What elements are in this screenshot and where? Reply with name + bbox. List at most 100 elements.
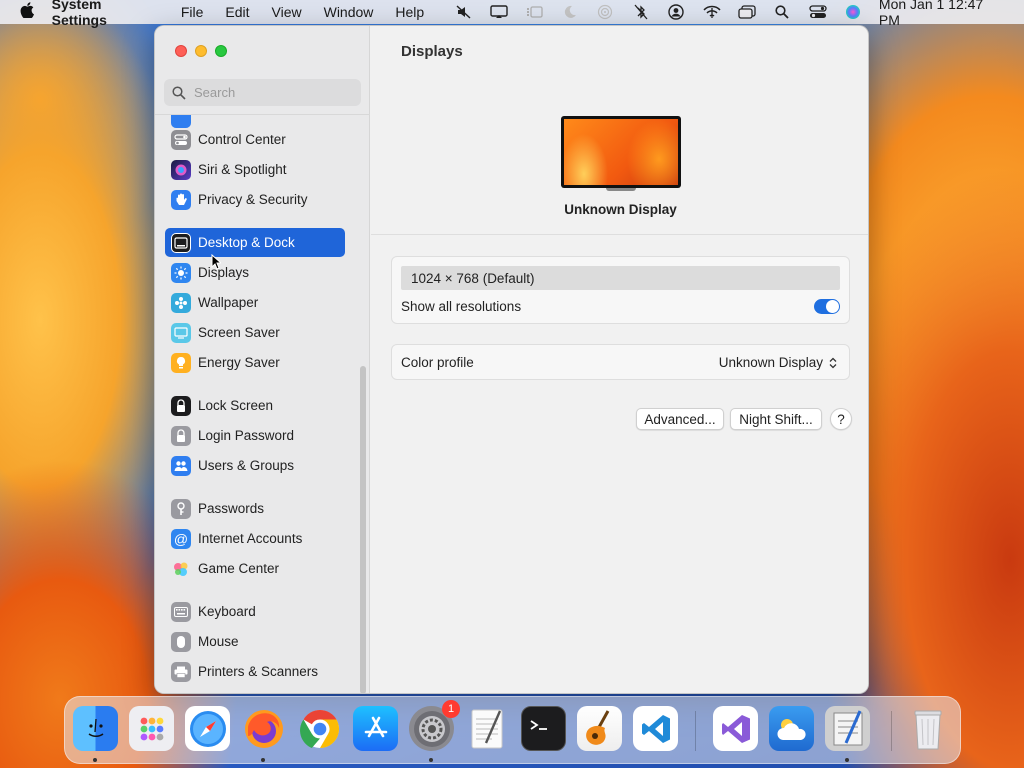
- login-password-icon: [171, 425, 191, 446]
- dock-firefox[interactable]: [241, 706, 286, 751]
- sidebar-item-keyboard[interactable]: Keyboard: [165, 597, 345, 626]
- sidebar-item-mouse[interactable]: Mouse: [165, 627, 345, 656]
- resolution-group: 1024 × 768 (Default) Show all resolution…: [391, 256, 850, 324]
- screen-mirroring-icon[interactable]: [482, 0, 517, 24]
- search-input[interactable]: Search: [164, 79, 361, 106]
- up-down-chevron-icon: [829, 357, 837, 369]
- sidebar-item-control-center[interactable]: Control Center: [165, 125, 345, 154]
- passwords-icon: [171, 498, 191, 519]
- dock-finder[interactable]: [73, 706, 118, 751]
- color-profile-label: Color profile: [401, 355, 474, 370]
- search-icon: [172, 85, 186, 100]
- energy-saver-icon: [171, 352, 191, 373]
- weather-icon: [776, 718, 806, 740]
- focus-moon-icon[interactable]: [552, 0, 587, 24]
- dock-chrome[interactable]: [297, 706, 342, 751]
- minimize-window-button[interactable]: [195, 45, 207, 57]
- toggle-knob: [826, 300, 839, 313]
- user-account-icon[interactable]: [659, 0, 694, 24]
- apple-menu-icon[interactable]: [16, 1, 38, 23]
- advanced-button[interactable]: Advanced...: [636, 408, 724, 430]
- help-button[interactable]: ?: [830, 408, 852, 430]
- window-switcher-icon[interactable]: [729, 0, 764, 24]
- dock-visual-studio[interactable]: [713, 706, 758, 751]
- dock-app-store[interactable]: [353, 706, 398, 751]
- sidebar-item-energy-saver[interactable]: Energy Saver: [165, 348, 345, 377]
- menu-file[interactable]: File: [181, 4, 204, 20]
- airdrop-icon[interactable]: [588, 0, 623, 24]
- color-profile-popup[interactable]: Unknown Display: [719, 355, 837, 370]
- lock-screen-icon: [171, 395, 191, 416]
- sidebar-item-siri-spotlight[interactable]: Siri & Spotlight: [165, 155, 345, 184]
- app-store-icon: [364, 716, 387, 737]
- system-settings-window: Search Control Center Siri & Spotlight P…: [154, 25, 869, 694]
- sidebar-item-game-center[interactable]: Game Center: [165, 554, 345, 583]
- screen-saver-icon: [171, 322, 191, 343]
- dock-launchpad[interactable]: [129, 706, 174, 751]
- menu-bar-clock[interactable]: Mon Jan 1 12:47 PM: [879, 0, 1006, 28]
- sidebar-scrollbar[interactable]: [360, 366, 366, 693]
- bluetooth-off-icon[interactable]: [623, 0, 658, 24]
- dock-safari[interactable]: [185, 706, 230, 751]
- show-all-resolutions-label: Show all resolutions: [401, 299, 522, 314]
- sidebar-item-label: Users & Groups: [198, 458, 295, 473]
- sidebar-item-printers-scanners[interactable]: Printers & Scanners: [165, 657, 345, 686]
- script-editor-icon: [833, 709, 862, 745]
- dock-textedit[interactable]: [465, 706, 510, 751]
- sidebar-item-lock-screen[interactable]: Lock Screen: [165, 391, 345, 420]
- textedit-icon: [471, 709, 502, 748]
- dock-vscode[interactable]: [633, 706, 678, 751]
- stage-manager-icon[interactable]: [517, 0, 552, 24]
- resolution-option-selected[interactable]: 1024 × 768 (Default): [401, 266, 840, 290]
- finder-running-indicator: [93, 758, 97, 762]
- safari-icon: [189, 710, 226, 747]
- search-placeholder: Search: [194, 85, 236, 100]
- sidebar-item-users-groups[interactable]: Users & Groups: [165, 451, 345, 480]
- wifi-icon[interactable]: [694, 0, 729, 24]
- users-groups-icon: [171, 455, 191, 476]
- menu-window[interactable]: Window: [324, 4, 374, 20]
- vscode-icon: [641, 714, 670, 743]
- sidebar-item-label: Wallpaper: [198, 295, 259, 310]
- wallpaper-icon: [171, 292, 191, 313]
- sidebar: Search Control Center Siri & Spotlight P…: [155, 26, 370, 693]
- spotlight-search-icon[interactable]: [765, 0, 800, 24]
- sidebar-item-privacy-security[interactable]: Privacy & Security: [165, 185, 345, 214]
- sidebar-item-desktop-dock[interactable]: Desktop & Dock: [165, 228, 345, 257]
- show-all-resolutions-toggle[interactable]: [814, 299, 840, 314]
- sidebar-item-displays[interactable]: Displays: [165, 258, 345, 287]
- close-window-button[interactable]: [175, 45, 187, 57]
- dock-terminal[interactable]: [521, 706, 566, 751]
- display-name-label: Unknown Display: [564, 202, 677, 217]
- sidebar-item-passwords[interactable]: Passwords: [165, 494, 345, 523]
- menu-view[interactable]: View: [272, 4, 302, 20]
- sidebar-item-label: Mouse: [198, 634, 239, 649]
- color-profile-group: Color profile Unknown Display: [391, 344, 850, 380]
- display-thumbnail[interactable]: [561, 116, 681, 188]
- terminal-icon: [530, 719, 547, 730]
- sidebar-item-internet-accounts[interactable]: @ Internet Accounts: [165, 524, 345, 553]
- siri-icon[interactable]: [836, 0, 871, 24]
- sidebar-item-screen-saver[interactable]: Screen Saver: [165, 318, 345, 347]
- dock-weather[interactable]: [769, 706, 814, 751]
- mute-icon[interactable]: [446, 0, 481, 24]
- dock-trash[interactable]: [905, 706, 950, 751]
- control-center-menu-icon[interactable]: [800, 0, 835, 24]
- sidebar-item-label: Lock Screen: [198, 398, 274, 413]
- zoom-window-button[interactable]: [215, 45, 227, 57]
- sidebar-item-label: Login Password: [198, 428, 295, 443]
- menu-app-name[interactable]: System Settings: [52, 0, 159, 28]
- sidebar-item-login-password[interactable]: Login Password: [165, 421, 345, 450]
- night-shift-button[interactable]: Night Shift...: [730, 408, 822, 430]
- sidebar-item-wallpaper[interactable]: Wallpaper: [165, 288, 345, 317]
- dock-script-editor[interactable]: [825, 706, 870, 751]
- menu-edit[interactable]: Edit: [225, 4, 249, 20]
- internet-accounts-icon: @: [171, 528, 191, 549]
- display-preview-area: Unknown Display: [371, 76, 868, 235]
- launchpad-icon: [140, 717, 163, 740]
- dock-garageband[interactable]: [577, 706, 622, 751]
- menu-help[interactable]: Help: [395, 4, 424, 20]
- sidebar-item-label: Game Center: [198, 561, 280, 576]
- dock-system-settings[interactable]: 1: [409, 700, 460, 751]
- system-settings-running-indicator: [429, 758, 433, 762]
